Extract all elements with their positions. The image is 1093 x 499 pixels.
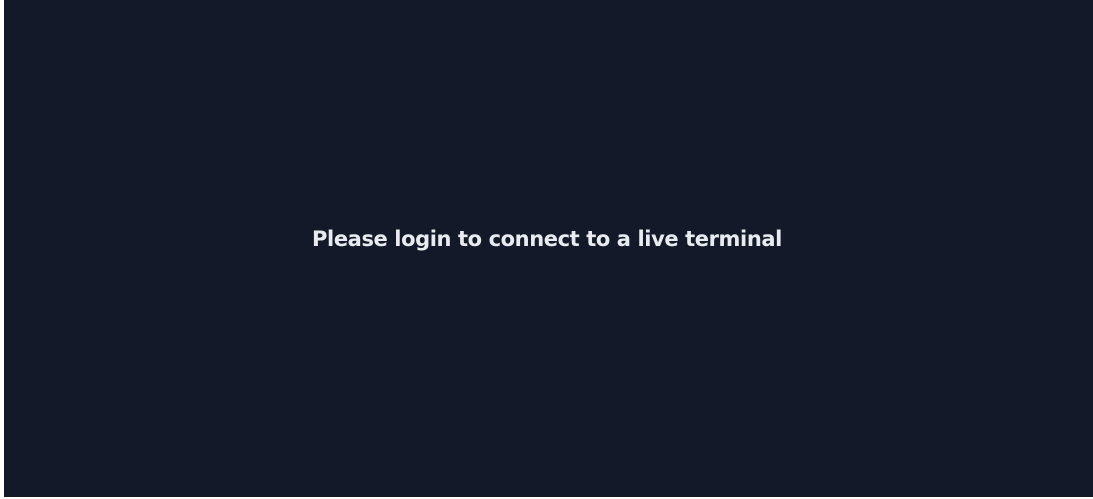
terminal-panel: Please login to connect to a live termin… (4, 0, 1093, 497)
login-prompt-message: Please login to connect to a live termin… (312, 227, 782, 251)
